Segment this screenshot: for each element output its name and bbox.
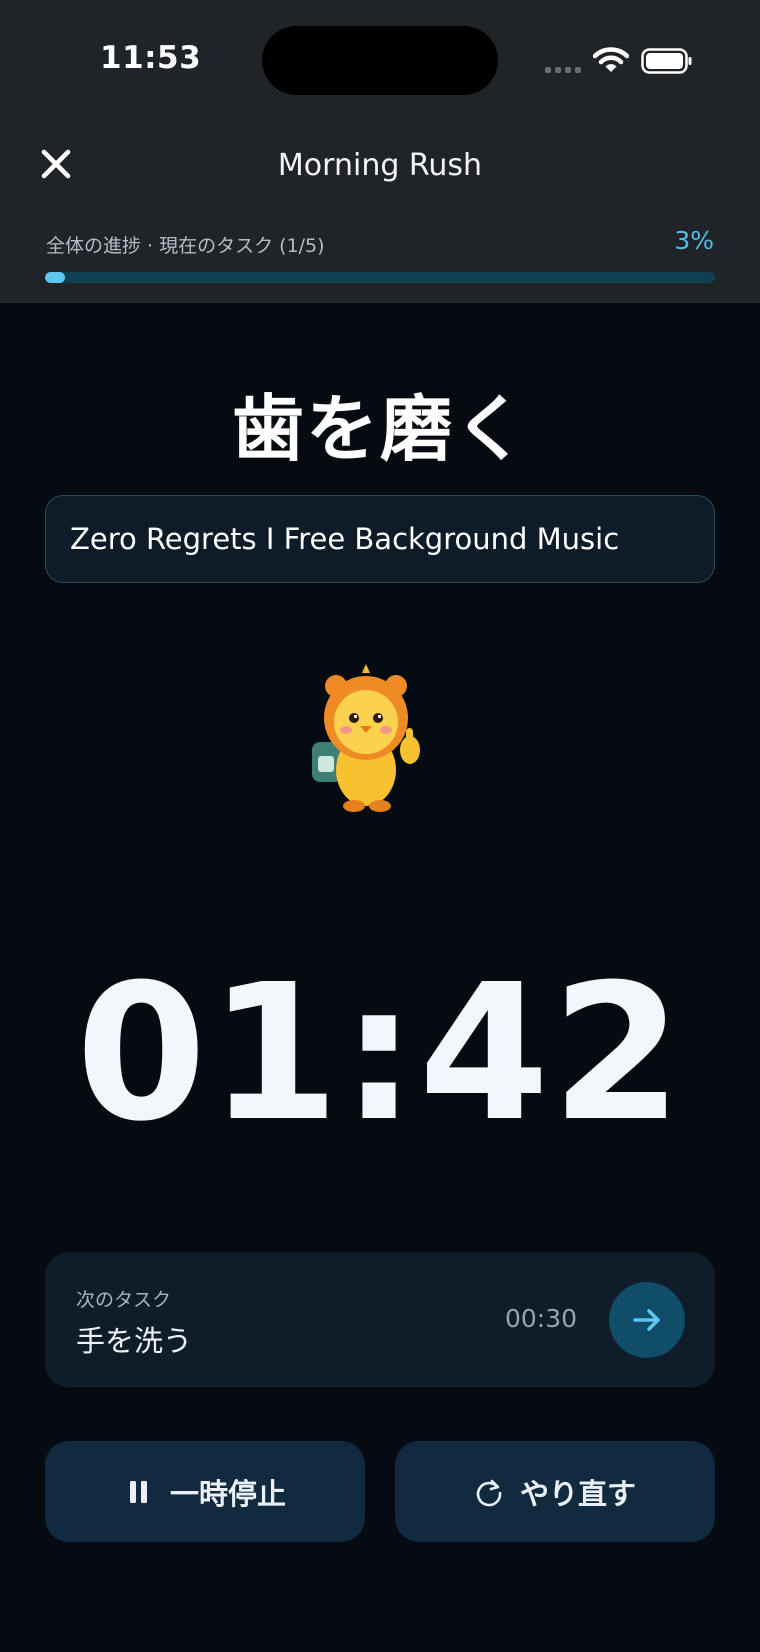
dynamic-island [262,26,498,95]
battery-icon [641,48,692,74]
pause-icon [129,1480,147,1503]
cellular-signal-icon [545,67,581,73]
progress-bar-fill [45,272,66,283]
pause-button[interactable]: 一時停止 [45,1441,365,1542]
next-task-name: 手を洗う [76,1324,193,1358]
progress-label: 全体の進捗 · 現在のタスク (1/5) [46,235,325,257]
redo-icon [476,1479,502,1506]
pause-button-label: 一時停止 [169,1476,286,1511]
timer-screen: 11:53 Morning Rush 全体の進捗 · 現在のタスク (1/5) … [0,0,760,1652]
wifi-icon [593,47,629,72]
next-task-label: 次のタスク [76,1289,172,1311]
chick-mascot-image [312,664,420,812]
next-task-duration: 00:30 [505,1304,578,1333]
countdown-timer: 01:42 [75,944,685,1163]
redo-button[interactable]: やり直す [395,1441,715,1542]
redo-button-label: やり直す [519,1476,636,1511]
current-task-title: 歯を磨く [231,387,528,471]
page-title: Morning Rush [277,148,483,183]
status-time: 11:53 [100,40,202,76]
arrow-right-icon [633,1309,660,1331]
next-task-card: 次のタスク 手を洗う 00:30 [45,1252,715,1387]
header-area: 11:53 Morning Rush 全体の進捗 · 現在のタスク (1/5) … [0,0,760,303]
music-track-title: Zero Regrets I Free Background Music [70,522,620,556]
progress-percent: 3% [674,226,714,255]
progress-bar [45,272,715,283]
music-track[interactable]: Zero Regrets I Free Background Music [45,495,715,583]
next-task-button[interactable] [609,1282,685,1358]
